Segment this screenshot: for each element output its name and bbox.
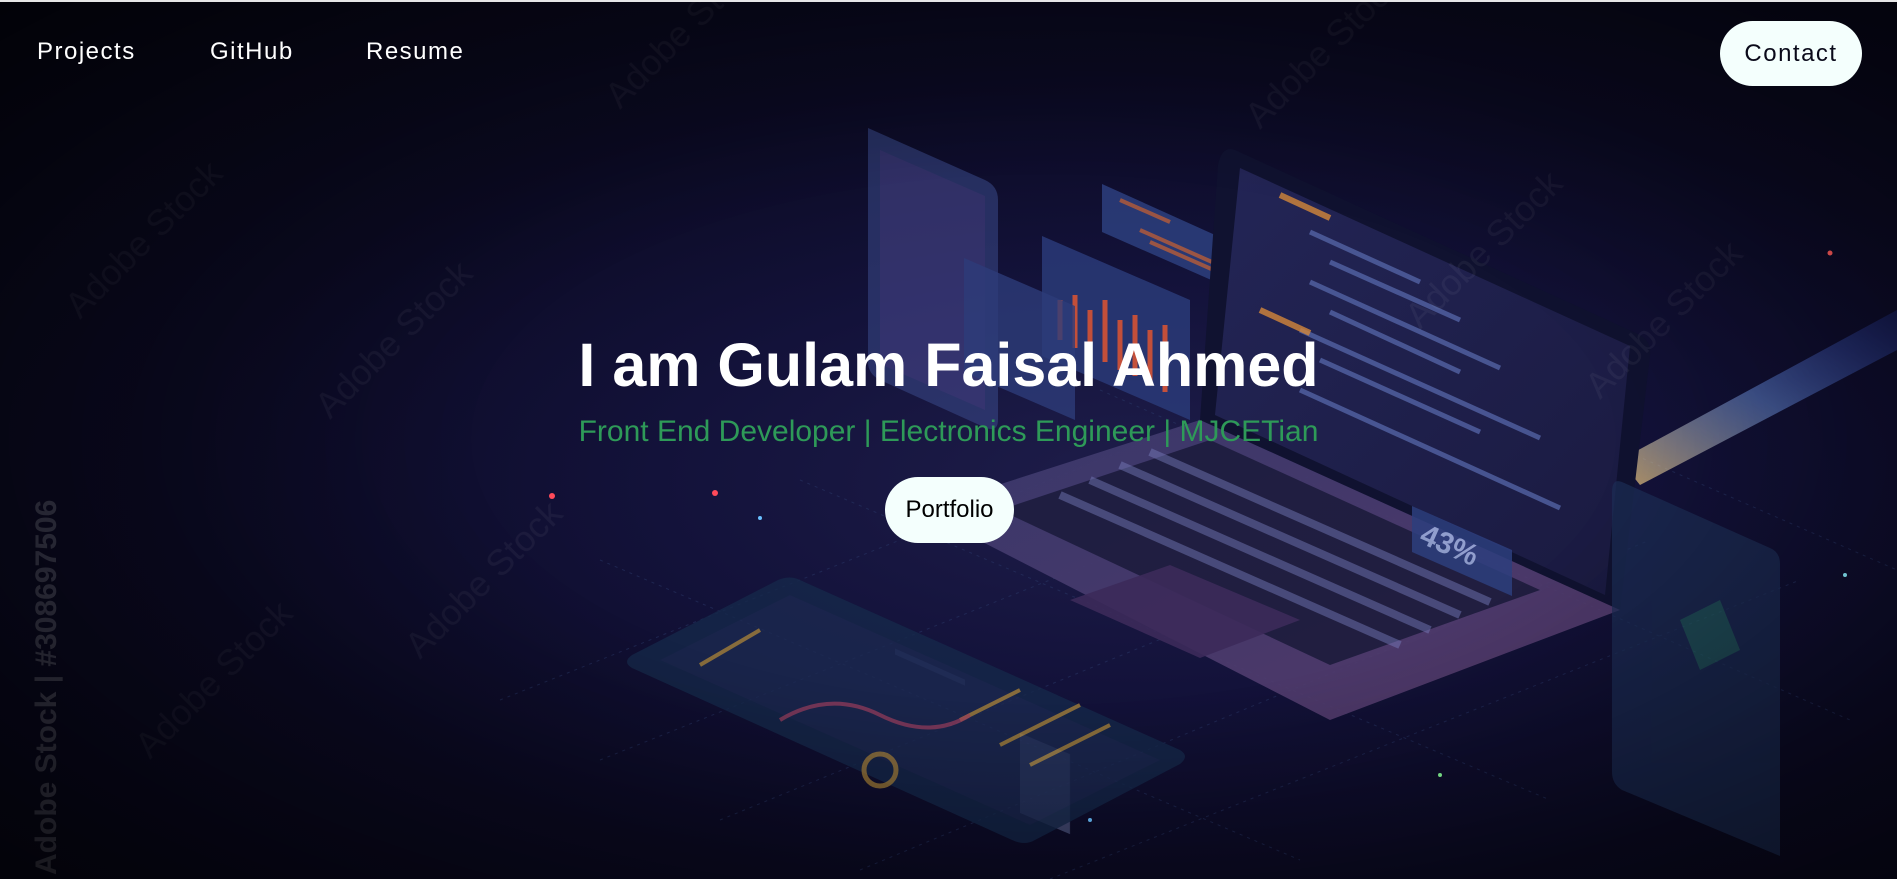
top-nav: Projects GitHub Resume Contact [0,0,1897,110]
nav-link-resume[interactable]: Resume [366,38,464,66]
nav-link-github[interactable]: GitHub [210,38,294,66]
nav-link-projects[interactable]: Projects [37,38,136,66]
hero-section: 43% [0,0,1897,879]
hero-title: I am Gulam Faisal Ahmed [578,331,1319,399]
hero-subtitle: Front End Developer | Electronics Engine… [578,415,1319,448]
contact-button[interactable]: Contact [1720,21,1862,86]
portfolio-button[interactable]: Portfolio [885,477,1014,543]
